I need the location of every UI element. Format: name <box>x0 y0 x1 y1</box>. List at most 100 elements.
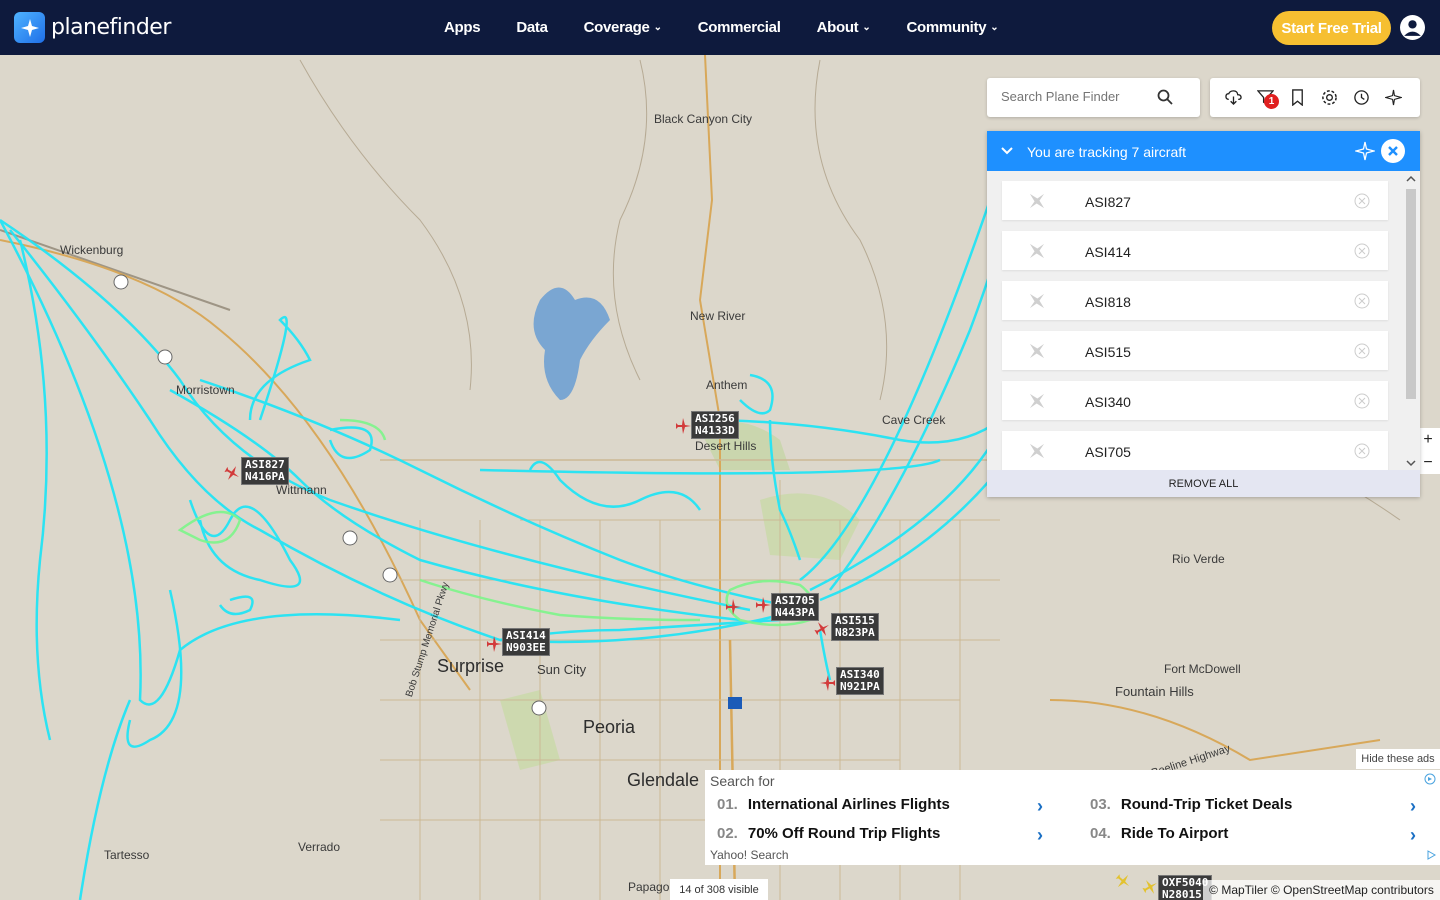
place-label: Glendale <box>627 770 700 790</box>
cloud-weather-icon[interactable] <box>1225 89 1242 106</box>
search-box <box>987 78 1200 117</box>
list-item[interactable]: ASI705 <box>1002 431 1388 470</box>
list-item[interactable]: ASI515 <box>1002 331 1388 370</box>
aircraft-icon <box>1029 393 1045 409</box>
nav-apps[interactable]: Apps <box>444 19 481 36</box>
ad-provider: Yahoo! Search <box>710 848 789 862</box>
brand-name: planefinder <box>51 15 171 40</box>
aircraft-tag[interactable]: ASI827 N416PA <box>241 457 289 485</box>
tracking-panel: You are tracking 7 aircraft ASI827 ASI41… <box>987 131 1420 497</box>
remove-circle-icon[interactable] <box>1354 293 1370 309</box>
place-label: Fountain Hills <box>1115 684 1194 699</box>
map-toolbar <box>1210 78 1420 117</box>
remove-circle-icon[interactable] <box>1354 443 1370 459</box>
chevron-down-icon: ⌄ <box>862 22 871 33</box>
chevron-right-icon: › <box>1410 796 1416 816</box>
aircraft-icon <box>1029 293 1045 309</box>
map-attribution[interactable]: © MapTiler © OpenStreetMap contributors <box>1203 880 1440 900</box>
aircraft-callsign: ASI705 <box>1085 444 1131 460</box>
aircraft-icon[interactable] <box>820 675 836 691</box>
aircraft-callsign: ASI818 <box>1085 294 1131 310</box>
start-free-trial-button[interactable]: Start Free Trial <box>1272 11 1391 45</box>
place-label: Morristown <box>176 383 235 397</box>
place-label: Wittmann <box>276 483 327 497</box>
place-label: Surprise <box>437 656 505 676</box>
aircraft-icon[interactable] <box>486 636 502 652</box>
history-clock-icon[interactable] <box>1353 89 1370 106</box>
nav-data[interactable]: Data <box>516 19 548 36</box>
nav-community[interactable]: Community ⌄ <box>906 19 998 36</box>
tracked-aircraft-list: ASI827 ASI414 ASI818 ASI515 ASI340 ASI70… <box>987 171 1420 470</box>
chevron-down-icon[interactable] <box>1001 146 1013 156</box>
place-label: Peoria <box>583 717 636 737</box>
aircraft-icon[interactable] <box>1142 879 1158 895</box>
place-label: Tartesso <box>104 848 150 862</box>
remove-circle-icon[interactable] <box>1354 343 1370 359</box>
aircraft-icon[interactable] <box>675 418 691 434</box>
aircraft-icon[interactable] <box>755 597 771 613</box>
remove-all-button[interactable]: REMOVE ALL <box>987 470 1420 497</box>
aircraft-icon <box>1029 243 1045 259</box>
aircraft-icon[interactable] <box>1115 873 1131 889</box>
aircraft-tag[interactable]: ASI705 N443PA <box>771 593 819 621</box>
ad-search-for-label: Search for <box>710 773 775 789</box>
place-label: Black Canyon City <box>654 112 753 126</box>
aircraft-tag[interactable]: ASI414 N903EE <box>502 628 550 656</box>
ad-link[interactable]: 01. International Airlines Flights › <box>717 796 1052 820</box>
list-item[interactable]: ASI827 <box>1002 181 1388 220</box>
list-item[interactable]: ASI414 <box>1002 231 1388 270</box>
chevron-down-icon: ⌄ <box>653 22 662 33</box>
user-account-icon[interactable] <box>1400 15 1425 40</box>
main-nav: Apps Data Coverage ⌄ Commercial About ⌄ Co… <box>444 0 1034 55</box>
aircraft-icon <box>1029 343 1045 359</box>
list-item[interactable]: ASI818 <box>1002 281 1388 320</box>
scrollbar-thumb[interactable] <box>1406 189 1416 399</box>
ad-panel: Search for 01. International Airlines Fli… <box>705 770 1440 865</box>
list-item[interactable]: ASI340 <box>1002 381 1388 420</box>
close-icon <box>1388 146 1398 156</box>
remove-circle-icon[interactable] <box>1354 243 1370 259</box>
place-label: Papago <box>628 880 670 894</box>
ad-info-icon[interactable] <box>1426 850 1436 860</box>
ad-link[interactable]: 04. Ride To Airport › <box>1090 825 1425 849</box>
hide-ads-link[interactable]: Hide these ads <box>1356 749 1440 769</box>
chevron-right-icon: › <box>1037 796 1043 816</box>
search-icon[interactable] <box>1157 89 1173 105</box>
visible-count: 14 of 308 visible <box>670 879 768 900</box>
planefinder-logo[interactable]: planefinder <box>14 12 171 43</box>
place-label: Wickenburg <box>60 243 124 257</box>
remove-circle-icon[interactable] <box>1354 393 1370 409</box>
remove-circle-icon[interactable] <box>1354 193 1370 209</box>
place-label: Anthem <box>706 378 748 392</box>
place-label: Desert Hills <box>695 439 757 453</box>
nav-coverage[interactable]: Coverage ⌄ <box>584 19 662 36</box>
aircraft-tag[interactable]: ASI515 N823PA <box>831 613 879 641</box>
ad-link[interactable]: 03. Round-Trip Ticket Deals › <box>1090 796 1425 820</box>
plane-outline-icon <box>1355 141 1375 161</box>
aircraft-icon <box>1029 443 1045 459</box>
tracking-panel-header[interactable]: You are tracking 7 aircraft <box>987 131 1420 171</box>
aircraft-icon[interactable] <box>224 465 240 481</box>
bookmark-icon[interactable] <box>1289 89 1306 106</box>
aircraft-tag[interactable]: ASI256 N4133D <box>691 411 739 439</box>
chevron-right-icon: › <box>1410 825 1416 845</box>
close-panel-button[interactable] <box>1381 139 1405 163</box>
plane-settings-icon[interactable] <box>1385 89 1402 106</box>
aircraft-icon[interactable] <box>725 599 741 615</box>
gear-icon[interactable] <box>1321 89 1338 106</box>
ad-link[interactable]: 02. 70% Off Round Trip Flights › <box>717 825 1052 849</box>
tracking-title: You are tracking 7 aircraft <box>1027 144 1187 160</box>
aircraft-tag[interactable]: ASI340 N921PA <box>836 667 884 695</box>
chevron-right-icon: › <box>1037 825 1043 845</box>
place-label: Sun City <box>537 662 587 677</box>
aircraft-icon[interactable] <box>814 621 830 637</box>
place-label: Rio Verde <box>1172 552 1225 566</box>
aircraft-callsign: ASI827 <box>1085 194 1131 210</box>
ad-choices-icon[interactable] <box>1424 773 1436 785</box>
search-input[interactable] <box>1001 89 1161 104</box>
scroll-down-icon[interactable] <box>1406 459 1416 467</box>
nav-commercial[interactable]: Commercial <box>698 19 781 36</box>
scroll-up-icon[interactable] <box>1406 175 1416 183</box>
nav-about[interactable]: About ⌄ <box>817 19 871 36</box>
place-label: Cave Creek <box>882 413 946 427</box>
